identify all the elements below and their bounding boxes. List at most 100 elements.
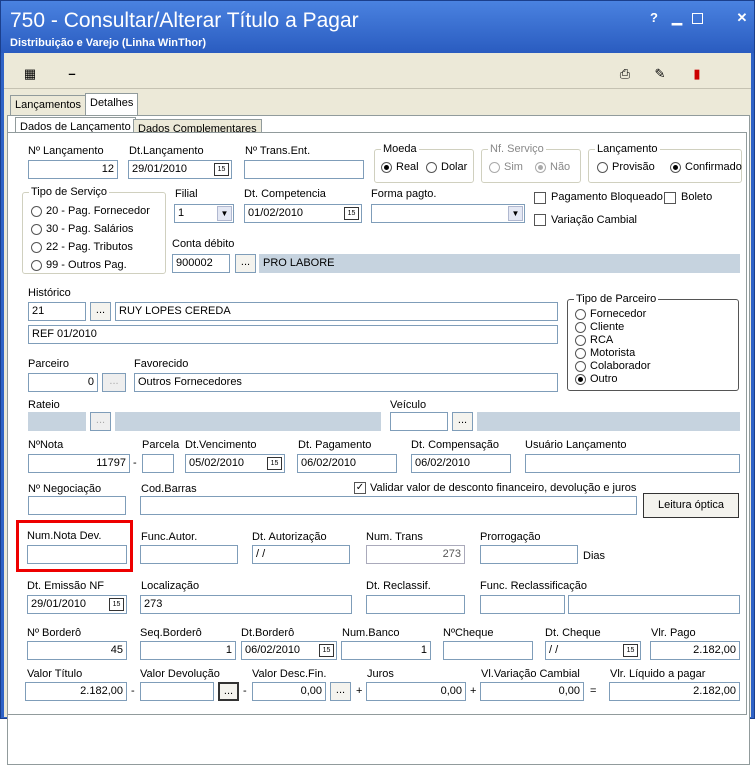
dtcomp-value: 01/02/2010: [248, 207, 304, 219]
numtrans-field: 273: [366, 545, 465, 564]
exit-door-icon[interactable]: ▮: [688, 65, 706, 83]
juros-field[interactable]: 0,00: [366, 682, 466, 701]
sim-radio[interactable]: [489, 162, 500, 173]
vldesc-lookup-button[interactable]: ...: [330, 682, 351, 701]
nbord-field[interactable]: 45: [27, 641, 127, 660]
nlanc-field[interactable]: 12: [28, 160, 118, 179]
dash-icon[interactable]: –: [63, 65, 81, 83]
dtpag-field[interactable]: 06/02/2010: [297, 454, 397, 473]
printer-icon[interactable]: ⎙: [616, 65, 634, 83]
leitura-optica-button[interactable]: Leitura óptica: [643, 493, 739, 518]
dolar-radio[interactable]: [426, 162, 437, 173]
parceiro-field[interactable]: 0: [28, 373, 98, 392]
numnotadev-field[interactable]: [27, 545, 127, 564]
edit-form-icon[interactable]: ✎: [651, 65, 669, 83]
local-field[interactable]: 273: [140, 595, 352, 614]
calendar-icon[interactable]: 15: [319, 644, 334, 657]
boleto-label: Boleto: [681, 191, 713, 203]
funcreclass-field[interactable]: [480, 595, 565, 614]
dtvenc-value: 05/02/2010: [189, 457, 245, 469]
parceiro-lookup-button[interactable]: ...: [102, 373, 126, 392]
hist2-field[interactable]: REF 01/2010: [28, 325, 558, 344]
dtcheque-field[interactable]: / / 15: [545, 641, 641, 660]
validar-label: Validar valor de desconto financeiro, de…: [370, 482, 637, 494]
tp-cliente-radio[interactable]: [575, 322, 586, 333]
chevron-down-icon[interactable]: ▼: [217, 206, 232, 221]
ts-outros-radio[interactable]: [31, 260, 42, 271]
provisao-radio[interactable]: [597, 162, 608, 173]
var-cambial-checkbox[interactable]: [534, 214, 546, 226]
hist-desc[interactable]: RUY LOPES CEREDA: [115, 302, 558, 321]
dtlanc-value: 29/01/2010: [132, 163, 188, 175]
dtcomp-field[interactable]: 01/02/2010 15: [244, 204, 362, 223]
tp-outro-radio[interactable]: [575, 374, 586, 385]
confirmado-radio[interactable]: [670, 162, 681, 173]
vltit-field[interactable]: 2.182,00: [25, 682, 127, 701]
ncheque-field[interactable]: [443, 641, 533, 660]
real-radio[interactable]: [381, 162, 392, 173]
nao-radio[interactable]: [535, 162, 546, 173]
veiculo-field[interactable]: [390, 412, 448, 431]
ntrans-field[interactable]: [244, 160, 364, 179]
vlliq-field[interactable]: 2.182,00: [609, 682, 740, 701]
calendar-icon[interactable]: 15: [623, 644, 638, 657]
dtreclass-field[interactable]: [366, 595, 465, 614]
rateio-field[interactable]: [28, 412, 86, 431]
vlpago-field[interactable]: 2.182,00: [650, 641, 740, 660]
ts-tributos-radio[interactable]: [31, 242, 42, 253]
rateio-lookup-button[interactable]: ...: [90, 412, 111, 431]
dtemis-field[interactable]: 29/01/2010 15: [27, 595, 127, 614]
funcautor-field[interactable]: [140, 545, 238, 564]
filial-select[interactable]: 1 ▼: [174, 204, 234, 223]
close-button[interactable]: ✕: [734, 10, 750, 26]
parcela-label: Parcela: [142, 439, 180, 451]
dtbord-label: Dt.Borderô: [241, 627, 295, 639]
help-button[interactable]: ?: [646, 10, 662, 26]
ts-salarios-radio[interactable]: [31, 224, 42, 235]
ts-fornecedor-label: 20 - Pag. Fornecedor: [46, 205, 150, 217]
formapag-select[interactable]: ▼: [371, 204, 525, 223]
vlpago-label: Vlr. Pago: [651, 627, 696, 639]
dtlanc-field[interactable]: 29/01/2010 15: [128, 160, 232, 179]
tp-motorista-radio[interactable]: [575, 348, 586, 359]
parcela-field[interactable]: [142, 454, 174, 473]
dtbord-field[interactable]: 06/02/2010 15: [241, 641, 337, 660]
calendar-icon[interactable]: 15: [344, 207, 359, 220]
maximize-button[interactable]: [692, 13, 703, 24]
seqbord-field[interactable]: 1: [140, 641, 236, 660]
calendar-icon[interactable]: 15: [267, 457, 282, 470]
validar-checkbox[interactable]: ✓: [354, 482, 366, 494]
boleto-checkbox[interactable]: [664, 192, 676, 204]
vldesc-field[interactable]: 0,00: [252, 682, 326, 701]
contadeb-lookup-button[interactable]: ...: [235, 254, 256, 273]
ts-fornecedor-radio[interactable]: [31, 206, 42, 217]
vldev-field[interactable]: [140, 682, 214, 701]
print-preview-icon[interactable]: ▦: [21, 65, 39, 83]
contadeb-field[interactable]: 900002: [172, 254, 230, 273]
hist-lookup-button[interactable]: ...: [90, 302, 111, 321]
tab-lancamentos[interactable]: Lançamentos: [10, 95, 87, 115]
vldev-lookup-button[interactable]: ...: [218, 682, 239, 701]
calendar-icon[interactable]: 15: [214, 163, 229, 176]
dtvenc-field[interactable]: 05/02/2010 15: [185, 454, 285, 473]
dtautor-field[interactable]: / /: [252, 545, 350, 564]
chevron-down-icon[interactable]: ▼: [508, 206, 523, 221]
nnota-field[interactable]: 11797: [28, 454, 130, 473]
pag-bloqueado-checkbox[interactable]: [534, 192, 546, 204]
numbanco-field[interactable]: 1: [341, 641, 431, 660]
tab-detalhes[interactable]: Detalhes: [85, 93, 139, 115]
veiculo-lookup-button[interactable]: ...: [452, 412, 473, 431]
usulanc-field[interactable]: [525, 454, 740, 473]
calendar-icon[interactable]: 15: [109, 598, 124, 611]
favorecido-field[interactable]: Outros Fornecedores: [134, 373, 558, 392]
hist-field[interactable]: 21: [28, 302, 86, 321]
tp-fornecedor-radio[interactable]: [575, 309, 586, 320]
prorrog-field[interactable]: [480, 545, 578, 564]
tp-rca-radio[interactable]: [575, 335, 586, 346]
dtcomp2-field[interactable]: 06/02/2010: [411, 454, 511, 473]
minimize-button[interactable]: ▁: [669, 10, 685, 26]
tp-colaborador-radio[interactable]: [575, 361, 586, 372]
codbarras-field[interactable]: [140, 496, 637, 515]
vlvar-field[interactable]: 0,00: [480, 682, 584, 701]
nneg-field[interactable]: [28, 496, 126, 515]
